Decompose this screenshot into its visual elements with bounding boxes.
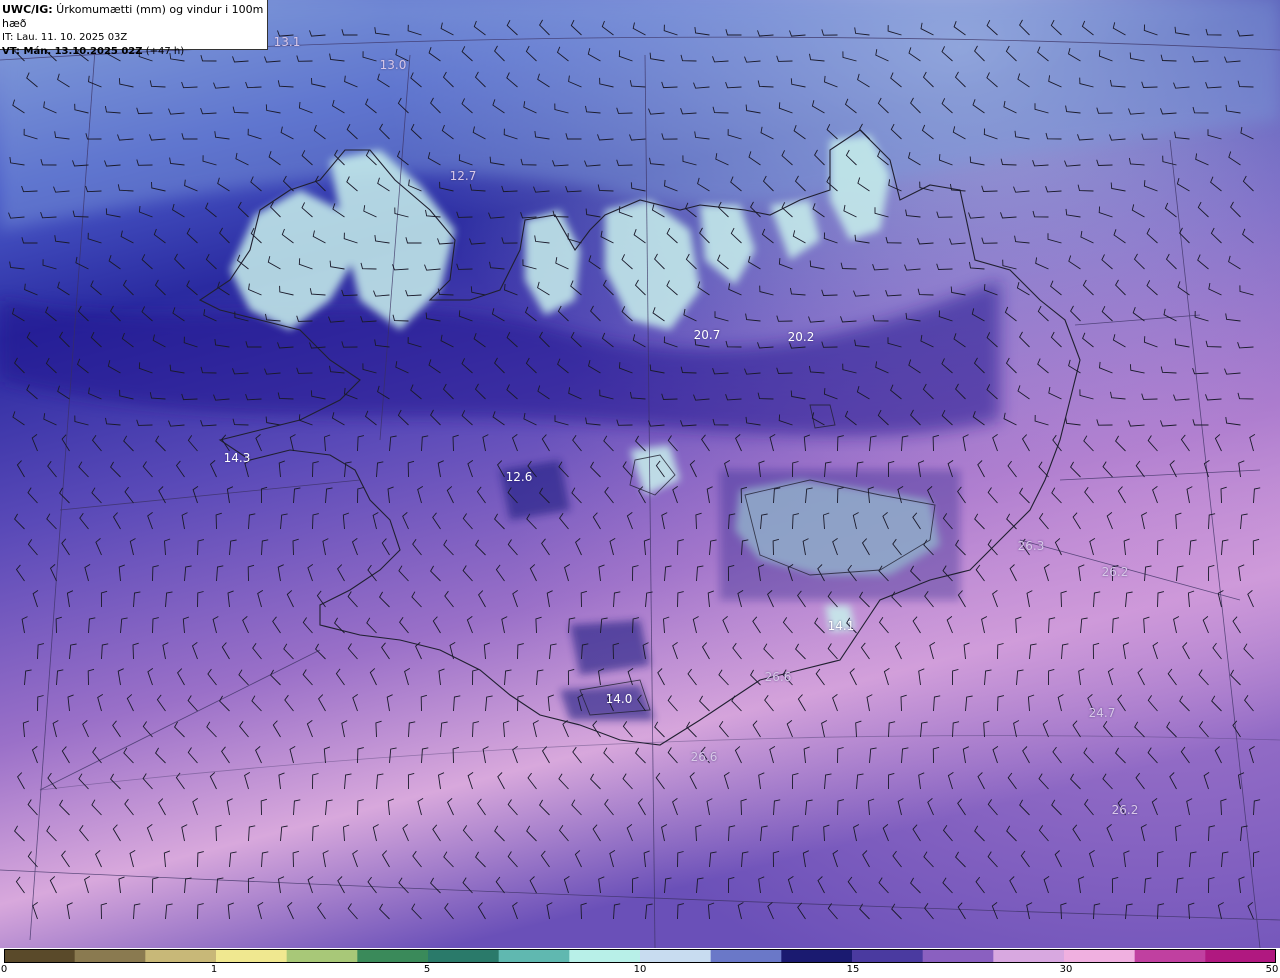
colorbar-segment: [922, 949, 994, 963]
colorbar-segment: [710, 949, 782, 963]
init-time: IT: Lau. 11. 10. 2025 03Z: [2, 32, 128, 43]
value-label: 26.2: [1101, 565, 1129, 579]
value-label: 12.6: [505, 470, 533, 484]
value-label: 20.7: [693, 328, 721, 342]
colorbar-segment: [1134, 949, 1206, 963]
colorbar-tick-label: 1: [210, 964, 218, 975]
colorbar-segment: [1064, 949, 1136, 963]
colorbar-segment: [357, 949, 429, 963]
colorbar-tick-label: 50: [1265, 964, 1279, 975]
map-view[interactable]: UWC/IG: Úrkomumætti (mm) og vindur i 100…: [0, 0, 1280, 948]
value-label: 14.0: [605, 692, 633, 706]
map-title-box: UWC/IG: Úrkomumætti (mm) og vindur i 100…: [0, 0, 268, 57]
colorbar-segment: [781, 949, 853, 963]
colorbar-segment: [428, 949, 500, 963]
colorbar-strip: [4, 949, 1276, 963]
colorbar-tick-label: 15: [846, 964, 860, 975]
value-label: 26.6: [690, 750, 718, 764]
colorbar-segment: [640, 949, 712, 963]
colorbar-segment: [993, 949, 1065, 963]
value-label: 24.7: [1088, 706, 1116, 720]
colorbar-tick-label: 5: [423, 964, 431, 975]
colorbar-tick-label: 10: [633, 964, 647, 975]
colorbar-segment: [1205, 949, 1276, 963]
colorbar-tick-label: 30: [1059, 964, 1073, 975]
colorbar-segment: [145, 949, 217, 963]
value-label: 26.3: [1017, 539, 1045, 553]
value-label: 14.3: [223, 451, 251, 465]
value-label: 14.1: [827, 619, 855, 633]
model-name: UWC/IG:: [2, 3, 53, 16]
colorbar-segment: [569, 949, 641, 963]
colorbar-segment: [852, 949, 924, 963]
colorbar-tick-label: 0: [0, 964, 8, 975]
valid-time: VT: Mán. 13.10.2025 02Z: [2, 46, 143, 57]
colorbar-segment: [286, 949, 358, 963]
colorbar-segment: [4, 949, 76, 963]
value-label: 20.2: [787, 330, 815, 344]
colorbar-segment: [498, 949, 570, 963]
colorbar-segment: [74, 949, 146, 963]
value-label: 13.0: [379, 58, 407, 72]
colorbar: 0 1 5 10 15 30 50: [0, 948, 1280, 978]
value-label: 13.1: [273, 35, 301, 49]
colorbar-segment: [216, 949, 288, 963]
forecast-hour: (+47 h): [142, 46, 185, 57]
value-label: 26.2: [1111, 803, 1139, 817]
value-label: 26.6: [764, 670, 792, 684]
precipitation-map: [0, 0, 1280, 948]
value-label: 12.7: [449, 169, 477, 183]
